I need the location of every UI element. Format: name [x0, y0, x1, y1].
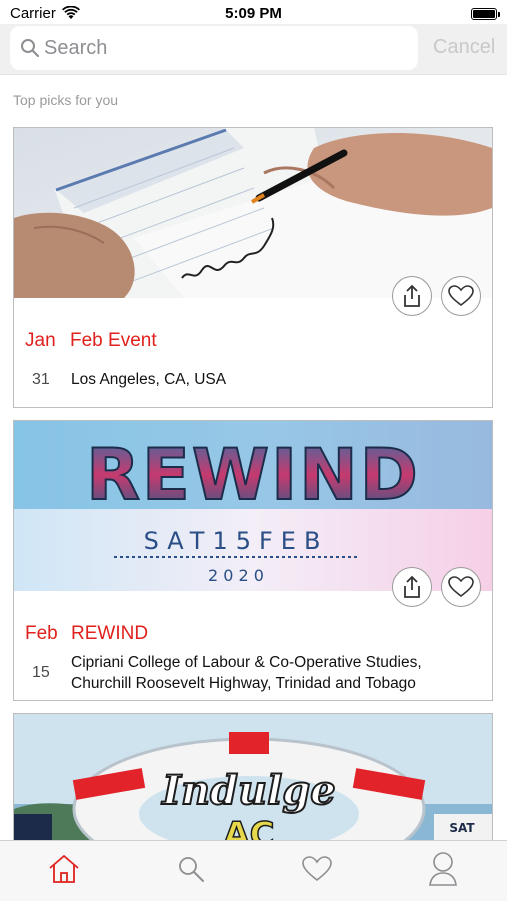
event-image — [14, 128, 492, 298]
event-card[interactable]: REWIND SAT15FEB 2 0 2 0 Feb REWIND 15 Ci… — [13, 420, 493, 701]
event-flyer: Indulge AC SAT — [14, 714, 492, 852]
tab-bar — [0, 840, 507, 901]
favorite-button[interactable] — [441, 567, 481, 607]
flyer-year: 2 0 2 0 — [208, 566, 264, 585]
search-field[interactable] — [10, 26, 418, 70]
event-location: Cipriani College of Labour & Co-Operativ… — [71, 654, 422, 692]
search-input[interactable] — [44, 26, 404, 70]
share-button[interactable] — [392, 567, 432, 607]
tab-profile[interactable] — [423, 849, 463, 889]
event-day: 31 — [32, 371, 50, 388]
event-image: REWIND SAT15FEB 2 0 2 0 — [14, 421, 492, 591]
status-bar: Carrier 5:09 PM — [0, 0, 507, 26]
section-title: Top picks for you — [13, 92, 119, 108]
event-title: Feb Event — [70, 330, 157, 351]
tab-home[interactable] — [44, 849, 84, 889]
cancel-button[interactable]: Cancel — [433, 36, 495, 59]
event-day: 15 — [32, 664, 50, 681]
flyer-headline: REWIND — [86, 434, 420, 516]
event-card[interactable]: Indulge AC SAT — [13, 713, 493, 853]
profile-icon — [429, 852, 457, 886]
heart-icon — [448, 576, 474, 598]
home-icon — [49, 854, 79, 883]
tab-favorites[interactable] — [297, 849, 337, 889]
battery-icon — [471, 8, 500, 20]
favorite-button[interactable] — [441, 276, 481, 316]
event-title: REWIND — [71, 623, 149, 644]
share-icon — [404, 575, 420, 598]
event-location: Los Angeles, CA, USA — [71, 371, 227, 388]
share-icon — [404, 284, 420, 307]
search-icon — [179, 857, 204, 882]
flyer-corner-text: SAT — [449, 821, 475, 835]
event-card[interactable]: Jan Feb Event 31 Los Angeles, CA, USA — [13, 127, 493, 408]
heart-icon — [448, 285, 474, 307]
clock: 5:09 PM — [225, 5, 282, 22]
heart-icon — [302, 856, 332, 882]
share-button[interactable] — [392, 276, 432, 316]
event-photo — [14, 128, 492, 298]
flyer-headline: Indulge — [161, 767, 335, 814]
event-flyer: REWIND SAT15FEB 2 0 2 0 — [14, 421, 492, 591]
search-icon — [21, 39, 40, 58]
tab-search[interactable] — [171, 849, 211, 889]
event-month: Feb — [25, 623, 58, 644]
event-image: Indulge AC SAT — [14, 714, 492, 852]
search-bar: Cancel — [0, 24, 507, 75]
event-month: Jan — [25, 330, 56, 351]
flyer-date: SAT15FEB — [144, 527, 329, 555]
